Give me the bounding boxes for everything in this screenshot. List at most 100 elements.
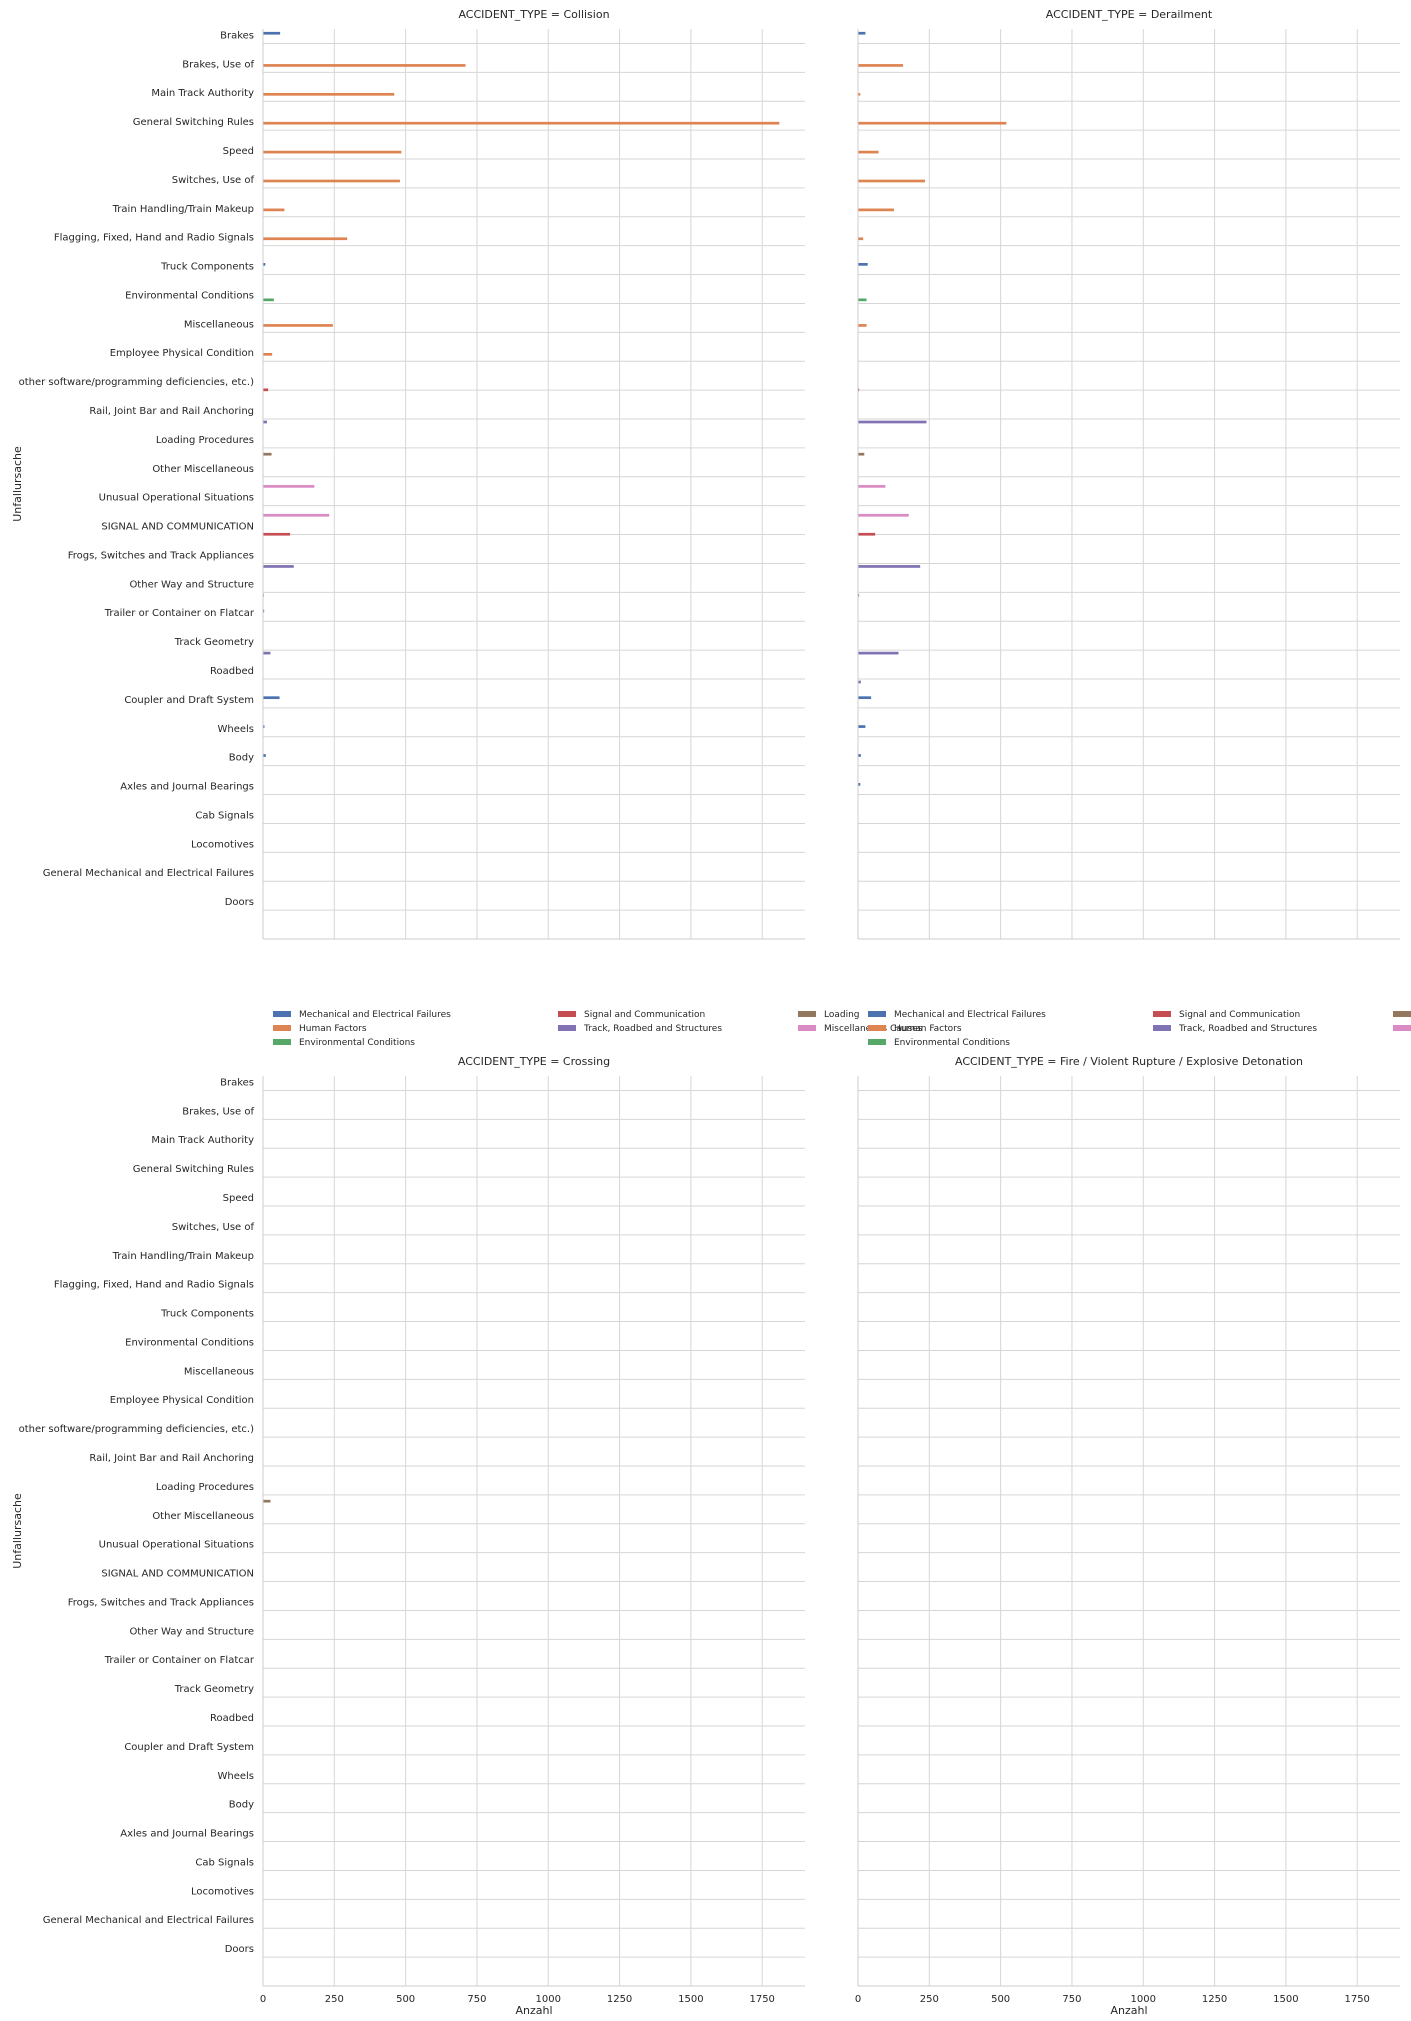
y-tick-label: Unusual Operational Situations: [99, 1540, 254, 1551]
legend-swatch: [798, 1011, 816, 1017]
x-axis-label: Anzahl: [515, 2004, 552, 2016]
bar: [858, 565, 921, 568]
bar: [858, 485, 886, 488]
y-tick-label: Speed: [223, 1193, 254, 1204]
panel-title: ACCIDENT_TYPE = Collision: [458, 8, 609, 21]
y-tick-label: Brakes, Use of: [182, 59, 254, 70]
y-tick-label: Body: [229, 753, 254, 764]
bar: [263, 121, 780, 125]
y-tick-label: Train Handling/Train Makeup: [112, 204, 254, 215]
y-axis-label: Unfallursache: [11, 1493, 24, 1569]
y-tick-label: Axles and Journal Bearings: [120, 782, 254, 793]
bar: [263, 565, 294, 568]
legend-label: Track, Roadbed and Structures: [583, 1024, 722, 1034]
y-tick-label: Rail, Joint Bar and Rail Anchoring: [89, 406, 254, 417]
bar: [858, 237, 864, 241]
bar: [263, 420, 267, 424]
x-tick-label: 500: [396, 1994, 415, 2005]
y-tick-label: Track Geometry: [174, 637, 254, 648]
y-axis-label: Unfallursache: [11, 446, 24, 522]
bar: [263, 485, 315, 488]
x-tick-label: 250: [325, 1994, 344, 2005]
bar: [858, 31, 866, 35]
legend-swatch: [273, 1011, 291, 1017]
y-tick-label: General Mechanical and Electrical Failur…: [43, 1915, 254, 1926]
y-tick-label: Other Way and Structure: [129, 1626, 254, 1637]
y-tick-label: Frogs, Switches and Track Appliances: [68, 550, 254, 561]
x-axis-label: Anzahl: [1110, 2004, 1147, 2016]
y-tick-label: Other Way and Structure: [129, 579, 254, 590]
bar: [858, 324, 867, 327]
legend-label: Mechanical and Electrical Failures: [894, 1010, 1046, 1020]
legend-label: Loading: [824, 1010, 860, 1020]
y-tick-label: General Switching Rules: [133, 1164, 254, 1175]
y-tick-label: Flagging, Fixed, Hand and Radio Signals: [54, 1280, 254, 1291]
y-tick-label: Loading Procedures: [156, 435, 254, 446]
y-tick-label: Coupler and Draft System: [124, 695, 254, 706]
legend-swatch: [1153, 1025, 1171, 1031]
bar: [263, 237, 348, 241]
y-tick-label: other software/programming deficiencies,…: [19, 377, 255, 388]
y-tick-label: General Switching Rules: [133, 117, 254, 128]
y-tick-label: Other Miscellaneous: [152, 1511, 254, 1522]
y-tick-label: Trailer or Container on Flatcar: [104, 1655, 255, 1666]
y-tick-label: Employee Physical Condition: [110, 348, 254, 359]
y-tick-label: Cab Signals: [195, 810, 254, 821]
bar: [263, 324, 333, 327]
bar: [858, 420, 927, 424]
y-tick-label: Axles and Journal Bearings: [120, 1829, 254, 1840]
y-tick-label: Frogs, Switches and Track Appliances: [68, 1597, 254, 1608]
y-tick-label: Doors: [225, 1944, 254, 1955]
y-tick-label: Switches, Use of: [172, 175, 255, 186]
y-tick-label: Main Track Authority: [151, 88, 254, 99]
legend-label: Human Factors: [299, 1024, 367, 1034]
bar: [263, 696, 280, 700]
bar: [263, 532, 291, 536]
y-tick-label: Speed: [223, 146, 254, 157]
y-tick-label: Body: [229, 1800, 254, 1811]
bar: [858, 532, 876, 536]
bar: [263, 513, 330, 517]
legend-swatch: [558, 1011, 576, 1017]
y-tick-label: Locomotives: [191, 839, 254, 850]
legend-label: Signal and Communication: [1179, 1010, 1300, 1020]
bar: [858, 263, 868, 266]
y-tick-label: Miscellaneous: [184, 319, 254, 330]
chart-canvas: ACCIDENT_TYPE = Collision Brakes Brakes, U…: [11, 8, 1411, 2017]
y-tick-label: Cab Signals: [195, 1857, 254, 1868]
legend-swatch: [868, 1011, 886, 1017]
y-tick-label: General Mechanical and Electrical Failur…: [43, 868, 254, 879]
legend-swatch: [1393, 1011, 1411, 1017]
y-tick-label: SIGNAL AND COMMUNICATION: [101, 522, 254, 533]
bar: [858, 208, 894, 212]
legend-label: Environmental Conditions: [894, 1038, 1010, 1048]
legend-swatch: [273, 1025, 291, 1031]
y-tick-label: Environmental Conditions: [125, 290, 254, 301]
bar: [263, 298, 274, 302]
legend-swatch: [273, 1039, 291, 1045]
bar: [858, 513, 909, 517]
x-tick-label: 0: [260, 1994, 266, 2005]
y-tick-label: Switches, Use of: [172, 1222, 255, 1233]
y-tick-label: Track Geometry: [174, 1684, 254, 1695]
y-tick-label: Brakes: [220, 30, 254, 41]
y-tick-label: Trailer or Container on Flatcar: [104, 608, 255, 619]
legend-swatch: [798, 1025, 816, 1031]
bar: [858, 651, 899, 655]
bar: [263, 208, 285, 212]
legend-swatch: [1393, 1025, 1411, 1031]
legend-label: Mechanical and Electrical Failures: [299, 1010, 451, 1020]
y-tick-label: Doors: [225, 897, 254, 908]
x-tick-label: 750: [1062, 1994, 1081, 2005]
legend-label: Signal and Communication: [584, 1010, 705, 1020]
panel-title: ACCIDENT_TYPE = Fire / Violent Rupture /…: [955, 1055, 1303, 1068]
bar: [263, 651, 271, 655]
y-tick-label: Employee Physical Condition: [110, 1395, 254, 1406]
legend-swatch: [1153, 1011, 1171, 1017]
x-tick-label: 0: [855, 1994, 861, 2005]
y-tick-label: Environmental Conditions: [125, 1337, 254, 1348]
y-tick-label: other software/programming deficiencies,…: [19, 1424, 255, 1435]
y-tick-label: Main Track Authority: [151, 1135, 254, 1146]
x-tick-label: 750: [467, 1994, 486, 2005]
y-tick-label: Wheels: [217, 724, 254, 735]
